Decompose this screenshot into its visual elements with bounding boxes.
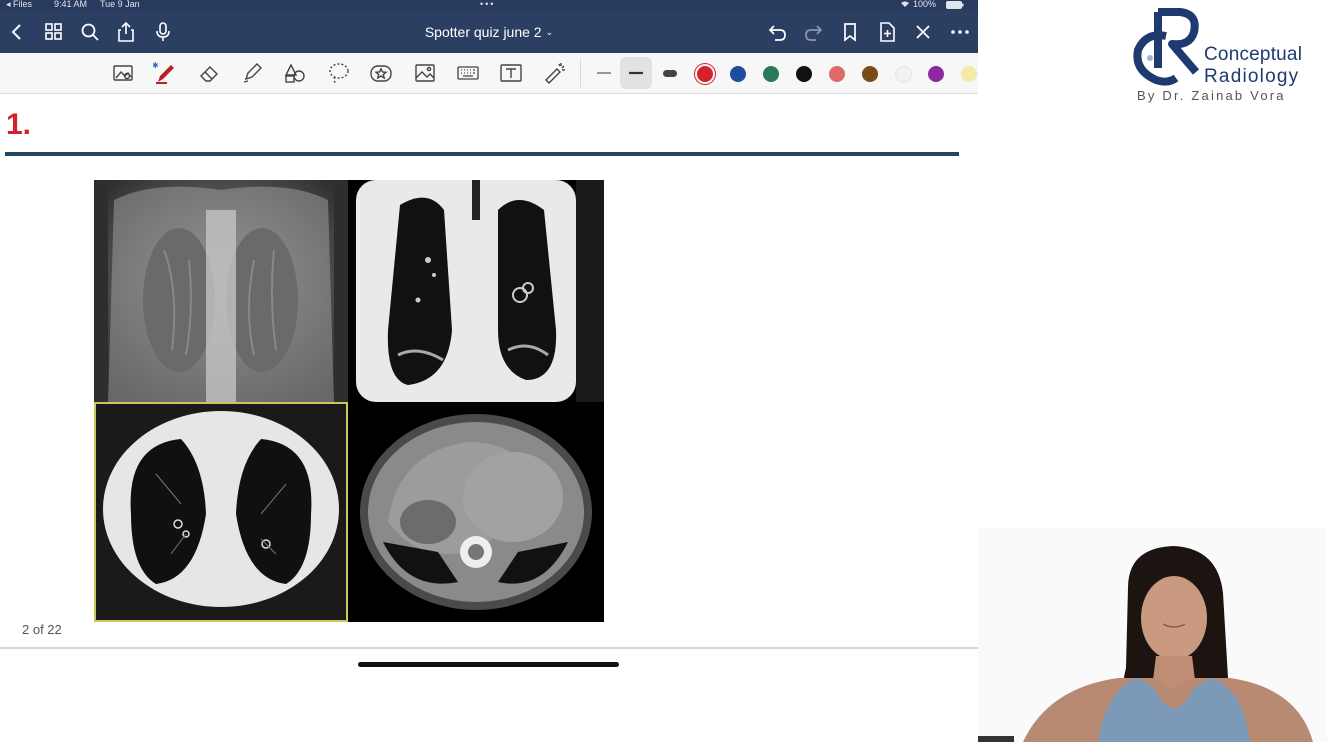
color-swatch-2[interactable]: [730, 66, 746, 82]
header-divider: [5, 152, 959, 156]
brand-line-1: Conceptual: [1204, 44, 1303, 65]
eraser-icon[interactable]: [197, 61, 221, 85]
color-swatch-9[interactable]: [961, 66, 977, 82]
axial-ct-abdomen-panel: [348, 402, 604, 622]
status-date: Tue 9 Jan: [100, 0, 140, 9]
image-icon[interactable]: [413, 61, 437, 85]
svg-text:✱: ✱: [153, 61, 159, 70]
color-swatch-8[interactable]: [928, 66, 944, 82]
highlighter-icon[interactable]: [240, 61, 264, 85]
notes-app-window: ◂ Files 9:41 AM Tue 9 Jan ••• 100% Spott…: [0, 0, 978, 742]
radiology-figure[interactable]: [94, 180, 604, 622]
brand-line-2: Radiology: [1204, 66, 1300, 87]
color-swatch-3[interactable]: [763, 66, 779, 82]
laser-pointer-icon[interactable]: [543, 61, 567, 85]
battery-icon: [946, 1, 964, 10]
pen-icon[interactable]: ✱: [152, 61, 177, 85]
axial-ct-lung-window-panel: [94, 402, 348, 622]
document-nav-bar: Spotter quiz june 2 ⌄: [0, 10, 978, 53]
text-box-icon[interactable]: [499, 61, 523, 85]
brand-logo: Conceptual Radiology By Dr. Zainab Vora: [1128, 8, 1318, 108]
status-bar: ◂ Files 9:41 AM Tue 9 Jan ••• 100%: [0, 0, 978, 10]
sticker-icon[interactable]: [369, 61, 393, 85]
thick-line-option[interactable]: [658, 61, 682, 85]
document-title[interactable]: Spotter quiz june 2 ⌄: [0, 24, 978, 40]
presenter-webcam: [978, 528, 1327, 742]
keyboard-icon[interactable]: [456, 61, 480, 85]
scan-icon[interactable]: [111, 61, 135, 85]
brand-byline: By Dr. Zainab Vora: [1137, 88, 1286, 103]
color-swatch-5[interactable]: [829, 66, 845, 82]
color-swatch-6[interactable]: [862, 66, 878, 82]
lasso-icon[interactable]: [327, 61, 351, 85]
logo-mark-icon: [1133, 8, 1200, 86]
color-swatch-4[interactable]: [796, 66, 812, 82]
medium-line-option[interactable]: [620, 57, 652, 89]
close-edit-icon[interactable]: [912, 21, 934, 43]
status-time: 9:41 AM: [54, 0, 88, 9]
undo-icon[interactable]: [766, 21, 788, 43]
thin-line-option[interactable]: [592, 61, 616, 85]
battery-percent: 100%: [913, 0, 937, 9]
back-to-files-link[interactable]: ◂ Files: [6, 0, 32, 9]
title-dropdown-icon[interactable]: ⌄: [546, 27, 554, 37]
page-bottom-edge: [0, 647, 978, 649]
chest-radiograph-panel: [94, 180, 348, 402]
wifi-icon: [900, 0, 910, 9]
add-page-icon[interactable]: [876, 21, 898, 43]
redo-icon[interactable]: [803, 21, 825, 43]
coronal-ct-panel: [348, 180, 604, 402]
shapes-icon[interactable]: [283, 61, 307, 85]
more-options-icon[interactable]: [949, 21, 971, 43]
page-indicator: 2 of 22: [22, 622, 62, 637]
question-number: 1.: [6, 108, 32, 141]
bookmark-icon[interactable]: [839, 21, 861, 43]
notebook-page: 1. 2 of 22: [0, 94, 978, 648]
color-swatch-7[interactable]: [895, 66, 912, 83]
drawing-toolbar: ✱: [0, 53, 978, 94]
toolbar-separator: [580, 59, 581, 87]
multitask-dots[interactable]: •••: [480, 0, 495, 9]
home-indicator[interactable]: [358, 662, 619, 667]
color-swatch-1[interactable]: [697, 66, 713, 82]
